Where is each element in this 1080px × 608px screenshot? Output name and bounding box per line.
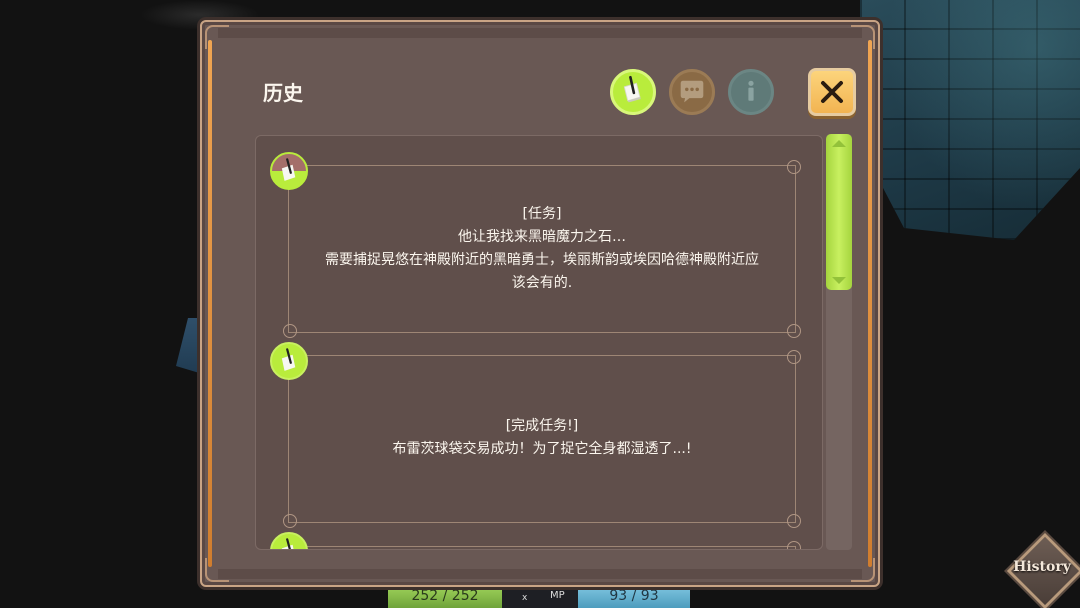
quest-scroll-icon — [281, 348, 296, 371]
dialog-corner-ornament — [851, 558, 875, 582]
entry-text: [完成任务!] 布雷茨球袋交易成功！为了捉它全身都湿透了...! — [289, 415, 795, 461]
tab-quest[interactable] — [610, 69, 656, 115]
scroll-up-arrow-icon — [832, 140, 846, 147]
frame-ornament — [787, 350, 801, 364]
dialog-corner-ornament — [205, 558, 229, 582]
frame-ornament — [787, 160, 801, 174]
list-item: [完成任务!] 布雷茨球袋交易成功！为了捉它全身都湿透了...! — [283, 350, 801, 528]
dialog-top-band — [218, 28, 862, 38]
dialog-corner-ornament — [205, 25, 229, 49]
dialog-bottom-band — [218, 569, 862, 579]
entry-icon — [270, 342, 308, 380]
entry-line: 布雷茨球袋交易成功！为了捉它全身都湿透了...! — [392, 441, 692, 457]
hp-value: 252 / 252 — [411, 588, 479, 604]
quest-scroll-icon — [281, 158, 296, 181]
entry-line: 需要捕捉晃悠在神殿附近的黑暗勇士，埃丽斯韵或埃因哈德神殿附近应 — [325, 252, 759, 268]
dialog-right-rail — [868, 40, 872, 567]
game-screen: 252 / 252 x MP 93 / 93 History 历史 [任务] 他… — [0, 0, 1080, 608]
chat-bubble-icon — [680, 80, 704, 103]
history-list[interactable]: [任务] 他让我找来黑暗魔力之石… 需要捕捉晃悠在神殿附近的黑暗勇士，埃丽斯韵或… — [255, 135, 823, 550]
entry-icon — [270, 152, 308, 190]
dialog-title: 历史 — [263, 81, 303, 105]
history-dialog: 历史 [任务] 他让我找来黑暗魔力之石… 需要捕捉晃悠在神殿附近的黑暗勇士，埃丽… — [200, 20, 880, 587]
quest-scroll-icon — [281, 538, 294, 549]
hud-separator: x MP — [502, 586, 578, 608]
close-button[interactable] — [808, 68, 856, 116]
quest-scroll-icon — [623, 75, 641, 103]
entry-heading: [任务] — [522, 206, 562, 222]
mp-bar: 93 / 93 — [578, 586, 690, 608]
history-button[interactable]: History — [1006, 532, 1080, 608]
scrollbar-thumb[interactable] — [826, 134, 852, 290]
entry-text: [任务] 他让我找来黑暗魔力之石… 需要捕捉晃悠在神殿附近的黑暗勇士，埃丽斯韵或… — [289, 203, 795, 295]
history-button-label: History — [1013, 559, 1071, 575]
entry-line: 该会有的. — [511, 275, 573, 291]
info-icon — [748, 80, 754, 101]
list-item — [288, 541, 801, 549]
dialog-corner-ornament — [851, 25, 875, 49]
mp-label: MP — [550, 590, 565, 601]
tab-info[interactable] — [728, 69, 774, 115]
dialog-left-rail — [208, 40, 212, 567]
tab-chat[interactable] — [669, 69, 715, 115]
mp-value: 93 / 93 — [609, 588, 659, 604]
frame-ornament — [787, 541, 801, 549]
entry-icon — [270, 532, 308, 549]
entry-line: 他让我找来黑暗魔力之石… — [458, 229, 626, 245]
close-icon — [821, 81, 843, 103]
hp-bar: 252 / 252 — [388, 586, 502, 608]
background-tiles-highlight — [860, 0, 1080, 240]
hud-marker: x — [522, 593, 528, 603]
scroll-down-arrow-icon — [832, 277, 846, 284]
list-item: [任务] 他让我找来黑暗魔力之石… 需要捕捉晃悠在神殿附近的黑暗勇士，埃丽斯韵或… — [283, 160, 801, 338]
entry-heading: [完成任务!] — [505, 418, 579, 434]
